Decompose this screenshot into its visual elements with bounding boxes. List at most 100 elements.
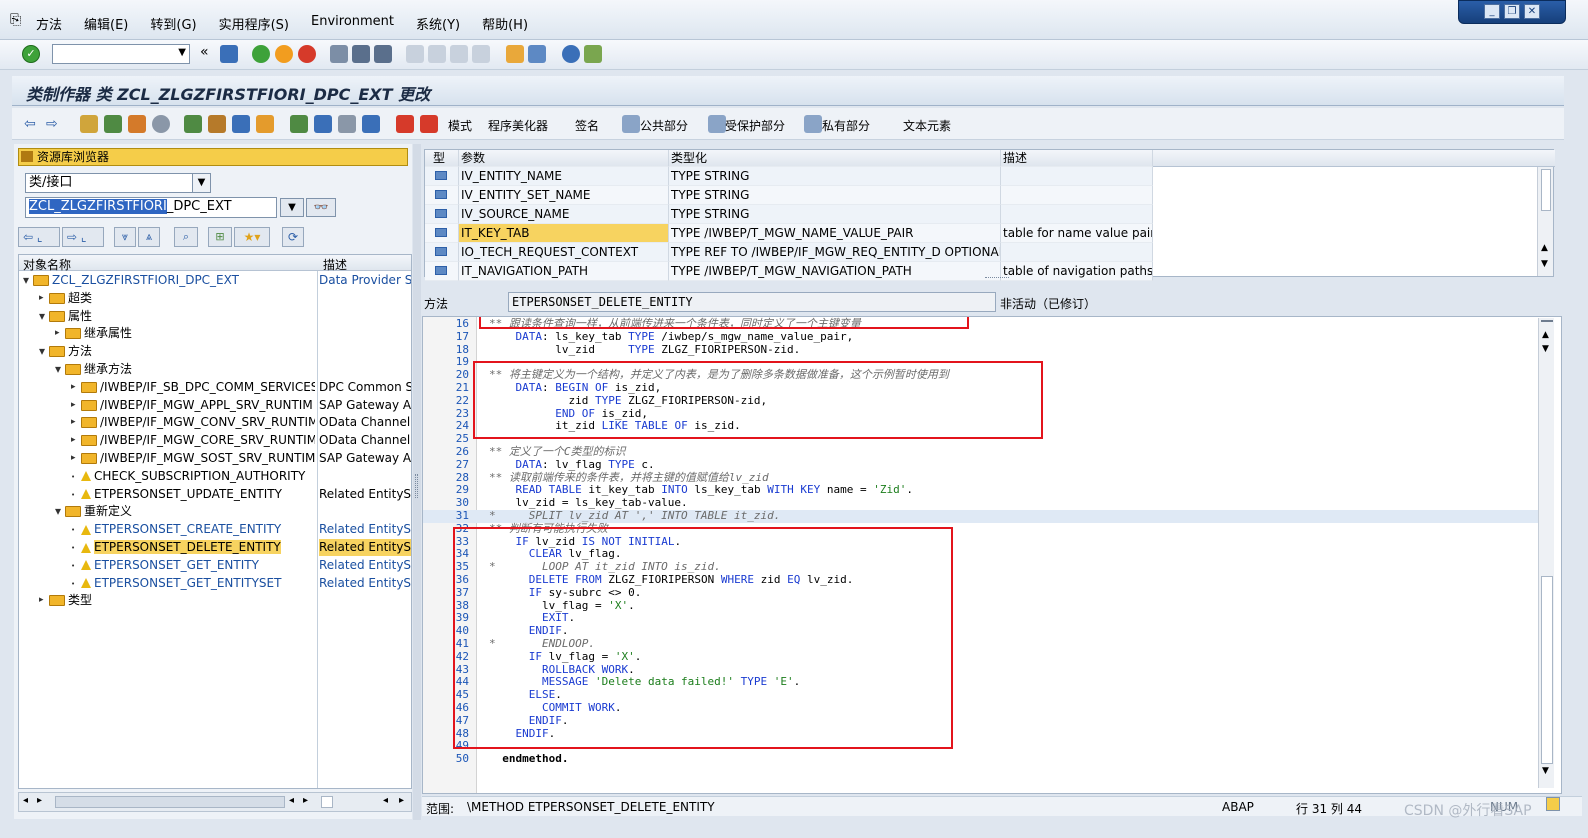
scroll-down-icon[interactable]: ▼ xyxy=(1542,344,1549,354)
tree-node[interactable]: • CHECK_SUBSCRIPTION_AUTHORITY xyxy=(19,468,411,486)
param-desc[interactable]: table of navigation paths xyxy=(1001,262,1153,281)
collapse-icon[interactable]: « xyxy=(200,44,209,60)
col-header-typing[interactable]: 类型化 xyxy=(669,150,1001,167)
display-change-icon[interactable] xyxy=(80,115,98,133)
exit-icon[interactable] xyxy=(275,45,293,63)
code-line[interactable]: 27 DATA: lv_flag TYPE c. xyxy=(423,458,1543,472)
sort-icon[interactable] xyxy=(314,115,332,133)
param-type-icon-cell[interactable] xyxy=(425,224,459,243)
param-type-icon-cell[interactable] xyxy=(425,243,459,262)
tree-collapsed-icon[interactable]: ▸ xyxy=(71,450,76,467)
close-button[interactable]: ✕ xyxy=(1524,4,1540,19)
code-line[interactable]: 17 DATA: ls_key_tab TYPE /iwbep/s_mgw_na… xyxy=(423,330,1543,344)
editor-vertical-scrollbar[interactable]: ▲ ▼ ▼ xyxy=(1538,318,1554,788)
protected-section-button[interactable]: 受保护部分 xyxy=(725,117,785,134)
private-section-button[interactable]: 私有部分 xyxy=(822,117,870,134)
tree-expanded-icon[interactable]: ▾ xyxy=(23,272,29,289)
param-name[interactable]: IV_ENTITY_NAME xyxy=(459,167,669,186)
tree-node[interactable]: ▾ ZCL_ZLGZFIRSTFIORI_DPC_EXT Data Provider… xyxy=(19,272,411,290)
where-used-icon[interactable] xyxy=(152,115,170,133)
info-icon[interactable] xyxy=(362,115,380,133)
tree-node[interactable]: ▸ 类型 xyxy=(19,592,411,610)
shortcut-icon[interactable] xyxy=(528,45,546,63)
layout-view-icon[interactable] xyxy=(338,115,356,133)
param-typing[interactable]: TYPE /IWBEP/T_MGW_NAME_VALUE_PAIR xyxy=(669,224,1001,243)
tree-collapsed-icon[interactable]: ▸ xyxy=(39,290,44,307)
menu-item-4[interactable]: Environment xyxy=(311,14,394,33)
next-page-icon[interactable] xyxy=(450,45,468,63)
cancel-icon[interactable] xyxy=(298,45,316,63)
parameter-vertical-scrollbar[interactable]: ▲ ▼ xyxy=(1537,167,1553,276)
menu-item-6[interactable]: 帮助(H) xyxy=(482,14,528,33)
scroll-down-icon[interactable]: ▼ xyxy=(1541,259,1548,269)
scroll-right-icon-3[interactable]: ▸ xyxy=(399,795,404,806)
param-typing[interactable]: TYPE STRING xyxy=(669,205,1001,224)
tree-collapsed-icon[interactable]: ▸ xyxy=(55,325,60,342)
object-name-input[interactable]: ZCL_ZLGZFIRSTFIORI_DPC_EXT xyxy=(25,197,277,218)
refresh-icon[interactable]: ⟳ xyxy=(282,227,304,247)
param-typing[interactable]: TYPE /IWBEP/T_MGW_NAVIGATION_PATH xyxy=(669,262,1001,281)
last-page-icon[interactable] xyxy=(472,45,490,63)
menu-item-0[interactable]: 方法 xyxy=(36,14,62,33)
new-session-icon[interactable] xyxy=(506,45,524,63)
param-desc[interactable] xyxy=(1001,205,1153,224)
navigate-icon[interactable] xyxy=(256,115,274,133)
menu-item-2[interactable]: 转到(G) xyxy=(150,14,196,33)
param-type-icon-cell[interactable] xyxy=(425,205,459,224)
signature-button[interactable]: 签名 xyxy=(575,117,599,134)
tree-node[interactable]: ▸ /IWBEP/IF_MGW_SOST_SRV_RUNTIM SAP Gatewa… xyxy=(19,450,411,468)
menu-item-1[interactable]: 编辑(E) xyxy=(84,14,128,33)
display-icon[interactable] xyxy=(232,115,250,133)
scroll-left-icon-3[interactable]: ◂ xyxy=(383,795,388,806)
scroll-right-icon-2[interactable]: ▸ xyxy=(303,795,308,806)
parameter-scroll-thumb[interactable] xyxy=(1541,169,1551,211)
tree-node[interactable]: ▸ 超类 xyxy=(19,290,411,308)
favorites-star-icon[interactable]: ★▾ xyxy=(234,227,270,247)
scroll-up-icon[interactable]: ▲ xyxy=(1542,330,1549,340)
dropdown-button[interactable]: ▼ xyxy=(280,198,304,217)
tree-node[interactable]: • ETPERSONSET_GET_ENTITY Related EntitySet xyxy=(19,557,411,575)
tree-expanded-icon[interactable]: ▾ xyxy=(55,361,61,378)
chevron-down-icon[interactable]: ▼ xyxy=(192,174,210,192)
prev-object-icon[interactable]: ⇦ ⌞ xyxy=(18,227,60,247)
tree-node[interactable]: ▾ 重新定义 xyxy=(19,503,411,521)
resize-grip-icon[interactable] xyxy=(1546,797,1560,811)
abap-code-editor[interactable]: 16 ** 跟读条件查询一样，从前端传进来一个条件表，同时定义了一个主键变量 17 … xyxy=(422,316,1562,794)
tree-horizontal-scrollbar[interactable]: ◂ ▸ ◂ ▸ ◂ ▸ xyxy=(18,792,412,812)
collapse-icon[interactable]: ⩓ xyxy=(138,227,160,247)
param-typing[interactable]: TYPE REF TO /IWBEP/IF_MGW_REQ_ENTITY_D O… xyxy=(669,243,1001,262)
scroll-left-icon-2[interactable]: ◂ xyxy=(289,795,294,806)
pane-splitter[interactable] xyxy=(413,144,421,820)
param-typing[interactable]: TYPE STRING xyxy=(669,167,1001,186)
param-name[interactable]: IO_TECH_REQUEST_CONTEXT xyxy=(459,243,669,262)
back-icon[interactable] xyxy=(252,45,270,63)
scroll-right-icon[interactable]: ▸ xyxy=(37,795,42,806)
tree-node[interactable]: ▾ 方法 xyxy=(19,343,411,361)
tree-collapsed-icon[interactable]: ▸ xyxy=(71,379,76,396)
public-section-button[interactable]: 公共部分 xyxy=(640,117,688,134)
tree-collapsed-icon[interactable]: ▸ xyxy=(71,397,76,414)
repository-browser-header[interactable]: 资源库浏览器 xyxy=(18,148,408,166)
param-name[interactable]: IV_ENTITY_SET_NAME xyxy=(459,186,669,205)
code-line[interactable]: 31 * SPLIT lv_zid AT ',' INTO TABLE it_zi… xyxy=(423,509,1543,523)
check-icon[interactable] xyxy=(104,115,122,133)
sap-menu-icon[interactable]: ⎘ xyxy=(10,12,21,28)
tree-collapsed-icon[interactable]: ▸ xyxy=(71,432,76,449)
command-field[interactable]: ▼ xyxy=(52,44,190,64)
param-name[interactable]: IT_NAVIGATION_PATH xyxy=(459,262,669,281)
menu-item-5[interactable]: 系统(Y) xyxy=(416,14,460,33)
tree-collapsed-icon[interactable]: ▸ xyxy=(71,414,76,431)
param-desc[interactable] xyxy=(1001,186,1153,205)
param-type-icon-cell[interactable] xyxy=(425,167,459,186)
next-object-icon[interactable]: ⇨ ⌞ xyxy=(62,227,104,247)
tree-expanded-icon[interactable]: ▾ xyxy=(39,343,45,360)
param-type-icon-cell[interactable] xyxy=(425,186,459,205)
tree-expanded-icon[interactable]: ▾ xyxy=(39,308,45,325)
col-header-param[interactable]: 参数 xyxy=(459,150,669,167)
tree-expanded-icon[interactable]: ▾ xyxy=(55,503,61,520)
layout-icon[interactable] xyxy=(584,45,602,63)
activate-icon[interactable] xyxy=(128,115,146,133)
breakpoint-icon[interactable] xyxy=(396,115,414,133)
pretty-printer-button[interactable]: 程序美化器 xyxy=(488,117,548,134)
horizontal-splitter-grip[interactable] xyxy=(985,277,1009,278)
